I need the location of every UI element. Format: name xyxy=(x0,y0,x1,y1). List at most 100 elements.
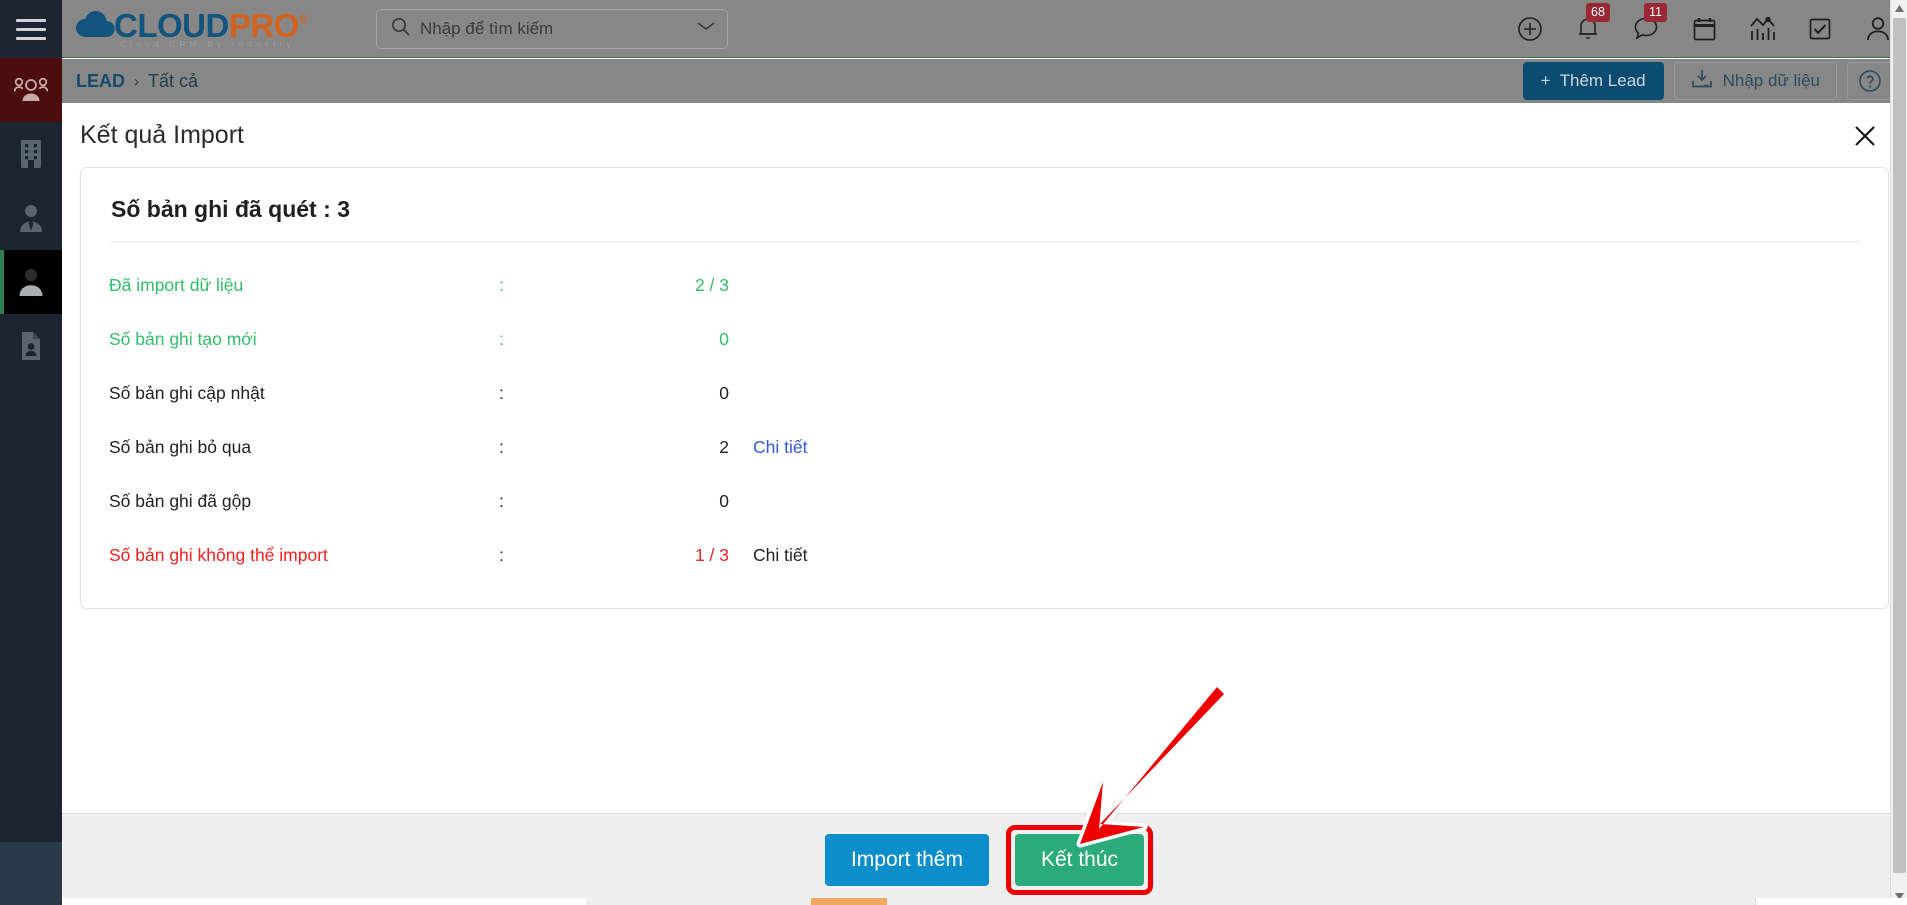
task-checkbox-icon[interactable] xyxy=(1805,12,1835,46)
row-colon: : xyxy=(499,544,504,565)
header-icon-group: 68 11 xyxy=(1515,2,1893,46)
document-person-icon xyxy=(19,331,43,361)
sidebar-lower-section xyxy=(0,842,62,905)
modal-footer: Import thêm Kết thúc xyxy=(62,813,1907,905)
scanned-records-heading: Số bản ghi đã quét : 3 xyxy=(109,190,1860,241)
import-data-label: Nhập dữ liệu xyxy=(1722,71,1820,90)
import-result-rows: Đã import dữ liệu : 2 / 3 Số bản ghi tạo… xyxy=(109,248,1860,582)
search-placeholder-text: Nhập để tìm kiếm xyxy=(420,18,554,38)
modal-header: Kết quả Import xyxy=(62,104,1907,167)
person-icon xyxy=(17,267,45,297)
scrollbar-thumb[interactable] xyxy=(1893,18,1906,873)
finish-button-wrapper: Kết thúc xyxy=(1005,824,1154,895)
modal-body: Số bản ghi đã quét : 3 Đã import dữ liệu… xyxy=(62,167,1907,745)
table-row: Số bản ghi không thể import : 1 / 3 Chi … xyxy=(109,528,1860,582)
user-icon[interactable] xyxy=(1863,12,1893,46)
breadcrumb-bar: LEAD › Tất cả + Thêm Lead Nhập dữ liệu xyxy=(62,59,1907,103)
row-value: 1 / 3 xyxy=(694,544,729,565)
hamburger-bar xyxy=(16,18,46,22)
chat-icon[interactable]: 11 xyxy=(1631,2,1667,46)
scroll-up-arrow-icon[interactable] xyxy=(1891,0,1907,17)
search-icon xyxy=(391,17,410,41)
help-button[interactable] xyxy=(1847,62,1893,100)
import-more-button[interactable]: Import thêm xyxy=(824,833,989,886)
application-root: CLOUD PRO ® Cloud CRM By Industry Nhập để … xyxy=(0,0,1907,905)
plus-icon: + xyxy=(1540,71,1551,90)
scanned-records-value: 3 xyxy=(337,196,350,222)
analytics-icon[interactable] xyxy=(1747,12,1777,46)
row-colon: : xyxy=(499,436,504,457)
row-label: Số bản ghi đã gộp xyxy=(109,490,252,511)
strip-segment xyxy=(887,898,1755,905)
scanned-records-label: Số bản ghi đã quét xyxy=(111,196,317,222)
scanned-records-colon: : xyxy=(323,196,331,222)
hamburger-bar xyxy=(16,36,46,40)
row-value: 0 xyxy=(719,328,729,349)
hamburger-bar xyxy=(16,27,46,31)
sidebar-item-leads[interactable] xyxy=(0,250,62,314)
logo-text-pro: PRO xyxy=(228,6,300,44)
sidebar-item-contacts-group[interactable] xyxy=(0,58,62,122)
row-label: Đã import dữ liệu xyxy=(109,274,244,295)
table-row: Số bản ghi bỏ qua : 2 Chi tiết xyxy=(109,420,1860,474)
logo-tagline: Cloud CRM By Industry xyxy=(120,38,295,49)
page-title: Kết quả Import xyxy=(80,121,244,149)
download-progress-segment xyxy=(811,898,887,905)
row-colon: : xyxy=(499,328,504,349)
breadcrumb-module[interactable]: LEAD xyxy=(76,71,125,92)
sidebar-item-organizations[interactable] xyxy=(0,122,62,186)
chat-badge-count: 11 xyxy=(1644,2,1667,22)
building-icon xyxy=(18,139,44,169)
row-value: 2 / 3 xyxy=(694,274,729,295)
breadcrumb-action-group: + Thêm Lead Nhập dữ liệu xyxy=(1522,62,1893,100)
import-data-button[interactable]: Nhập dữ liệu xyxy=(1673,62,1837,100)
person-tie-icon xyxy=(17,203,45,233)
people-group-icon xyxy=(14,77,48,103)
download-icon xyxy=(1691,69,1713,94)
left-sidebar xyxy=(0,0,62,905)
cloudpro-logo[interactable]: CLOUD PRO ® Cloud CRM By Industry xyxy=(74,5,308,53)
chevron-down-icon[interactable] xyxy=(695,19,717,38)
strip-segment xyxy=(0,898,62,905)
table-row: Số bản ghi cập nhật : 0 xyxy=(109,366,1860,420)
row-detail-link[interactable]: Chi tiết xyxy=(729,545,807,566)
row-label: Số bản ghi không thể import xyxy=(109,544,328,565)
row-value: 0 xyxy=(719,382,729,403)
table-row: Số bản ghi đã gộp : 0 xyxy=(109,474,1860,528)
row-label: Số bản ghi tạo mới xyxy=(109,328,257,349)
row-colon: : xyxy=(499,490,504,511)
strip-segment xyxy=(1755,898,1907,905)
add-lead-button[interactable]: + Thêm Lead xyxy=(1522,62,1664,100)
bell-badge-count: 68 xyxy=(1586,2,1610,22)
add-circle-icon[interactable] xyxy=(1515,12,1545,46)
top-header-bar: CLOUD PRO ® Cloud CRM By Industry Nhập để … xyxy=(62,0,1907,58)
sidebar-item-documents[interactable] xyxy=(0,314,62,378)
row-detail-link[interactable]: Chi tiết xyxy=(729,437,807,458)
row-colon: : xyxy=(499,382,504,403)
browser-bottom-strip xyxy=(0,898,1907,905)
sidebar-item-contacts[interactable] xyxy=(0,186,62,250)
vertical-scrollbar[interactable] xyxy=(1890,0,1907,905)
breadcrumb-current[interactable]: Tất cả xyxy=(148,71,198,92)
calendar-icon[interactable] xyxy=(1689,12,1719,46)
logo-registered-mark: ® xyxy=(298,11,308,26)
row-label: Số bản ghi cập nhật xyxy=(109,382,265,403)
import-summary-card: Số bản ghi đã quét : 3 Đã import dữ liệu… xyxy=(80,167,1889,609)
import-result-modal: Kết quả Import Số bản ghi đã quét : 3 Đã… xyxy=(62,104,1907,905)
breadcrumb-separator-icon: › xyxy=(134,72,139,90)
breadcrumb: LEAD › Tất cả xyxy=(76,71,198,92)
close-icon[interactable] xyxy=(1845,116,1885,156)
table-row: Số bản ghi tạo mới : 0 xyxy=(109,312,1860,366)
card-divider xyxy=(109,241,1860,242)
finish-button[interactable]: Kết thúc xyxy=(1014,833,1145,886)
strip-segment xyxy=(586,898,811,905)
row-label: Số bản ghi bỏ qua xyxy=(109,436,252,457)
logo-text-cloud: CLOUD xyxy=(114,6,229,44)
hamburger-menu-button[interactable] xyxy=(0,0,62,58)
cloud-shape-icon xyxy=(74,10,122,40)
row-value: 2 xyxy=(719,436,729,457)
strip-segment xyxy=(62,898,586,905)
table-row: Đã import dữ liệu : 2 / 3 xyxy=(109,258,1860,312)
bell-icon[interactable]: 68 xyxy=(1573,2,1610,46)
search-input[interactable]: Nhập để tìm kiếm xyxy=(376,8,728,49)
